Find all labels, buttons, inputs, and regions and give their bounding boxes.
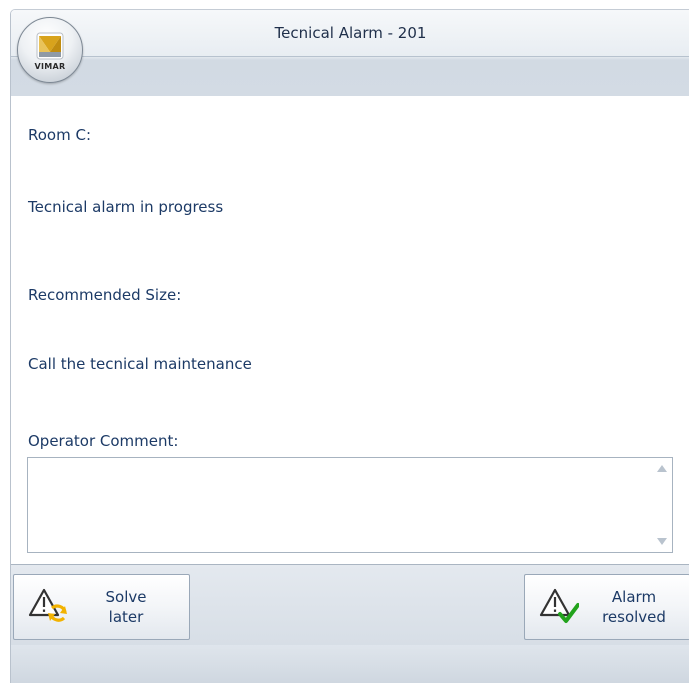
recommended-action-text: Call the tecnical maintenance <box>28 355 252 373</box>
alarm-content: Room C: Tecnical alarm in progress Recom… <box>11 96 689 564</box>
title-bar: Tecnical Alarm - 201 VIMAR <box>11 10 689 96</box>
comment-scrollbar[interactable] <box>653 458 672 552</box>
button-bar: Solve later Alarm resolved <box>11 564 689 646</box>
warning-refresh-icon <box>28 588 67 622</box>
warning-check-icon <box>539 588 579 623</box>
app-menu-button[interactable]: VIMAR <box>17 17 83 83</box>
alarm-resolved-label: Alarm resolved <box>602 588 666 626</box>
room-label: Room C: <box>28 126 92 144</box>
scroll-up-arrow-icon[interactable] <box>657 465 667 472</box>
operator-comment-box <box>27 457 673 553</box>
scroll-down-arrow-icon[interactable] <box>657 538 667 545</box>
operator-comment-input[interactable] <box>28 458 654 552</box>
title-separator <box>11 56 689 57</box>
logo-text: VIMAR <box>34 62 66 71</box>
solve-later-label: Solve later <box>105 588 147 626</box>
solve-later-button[interactable]: Solve later <box>13 574 190 640</box>
recommended-label: Recommended Size: <box>28 286 182 304</box>
alarm-window: Tecnical Alarm - 201 VIMAR Room C: Tecni… <box>10 9 689 683</box>
operator-comment-label: Operator Comment: <box>28 432 179 450</box>
vimar-logo-icon <box>36 32 64 60</box>
alarm-status-text: Tecnical alarm in progress <box>28 198 224 216</box>
window-title: Tecnical Alarm - 201 <box>274 24 427 42</box>
alarm-resolved-button[interactable]: Alarm resolved <box>524 574 689 640</box>
status-bar <box>11 645 689 683</box>
